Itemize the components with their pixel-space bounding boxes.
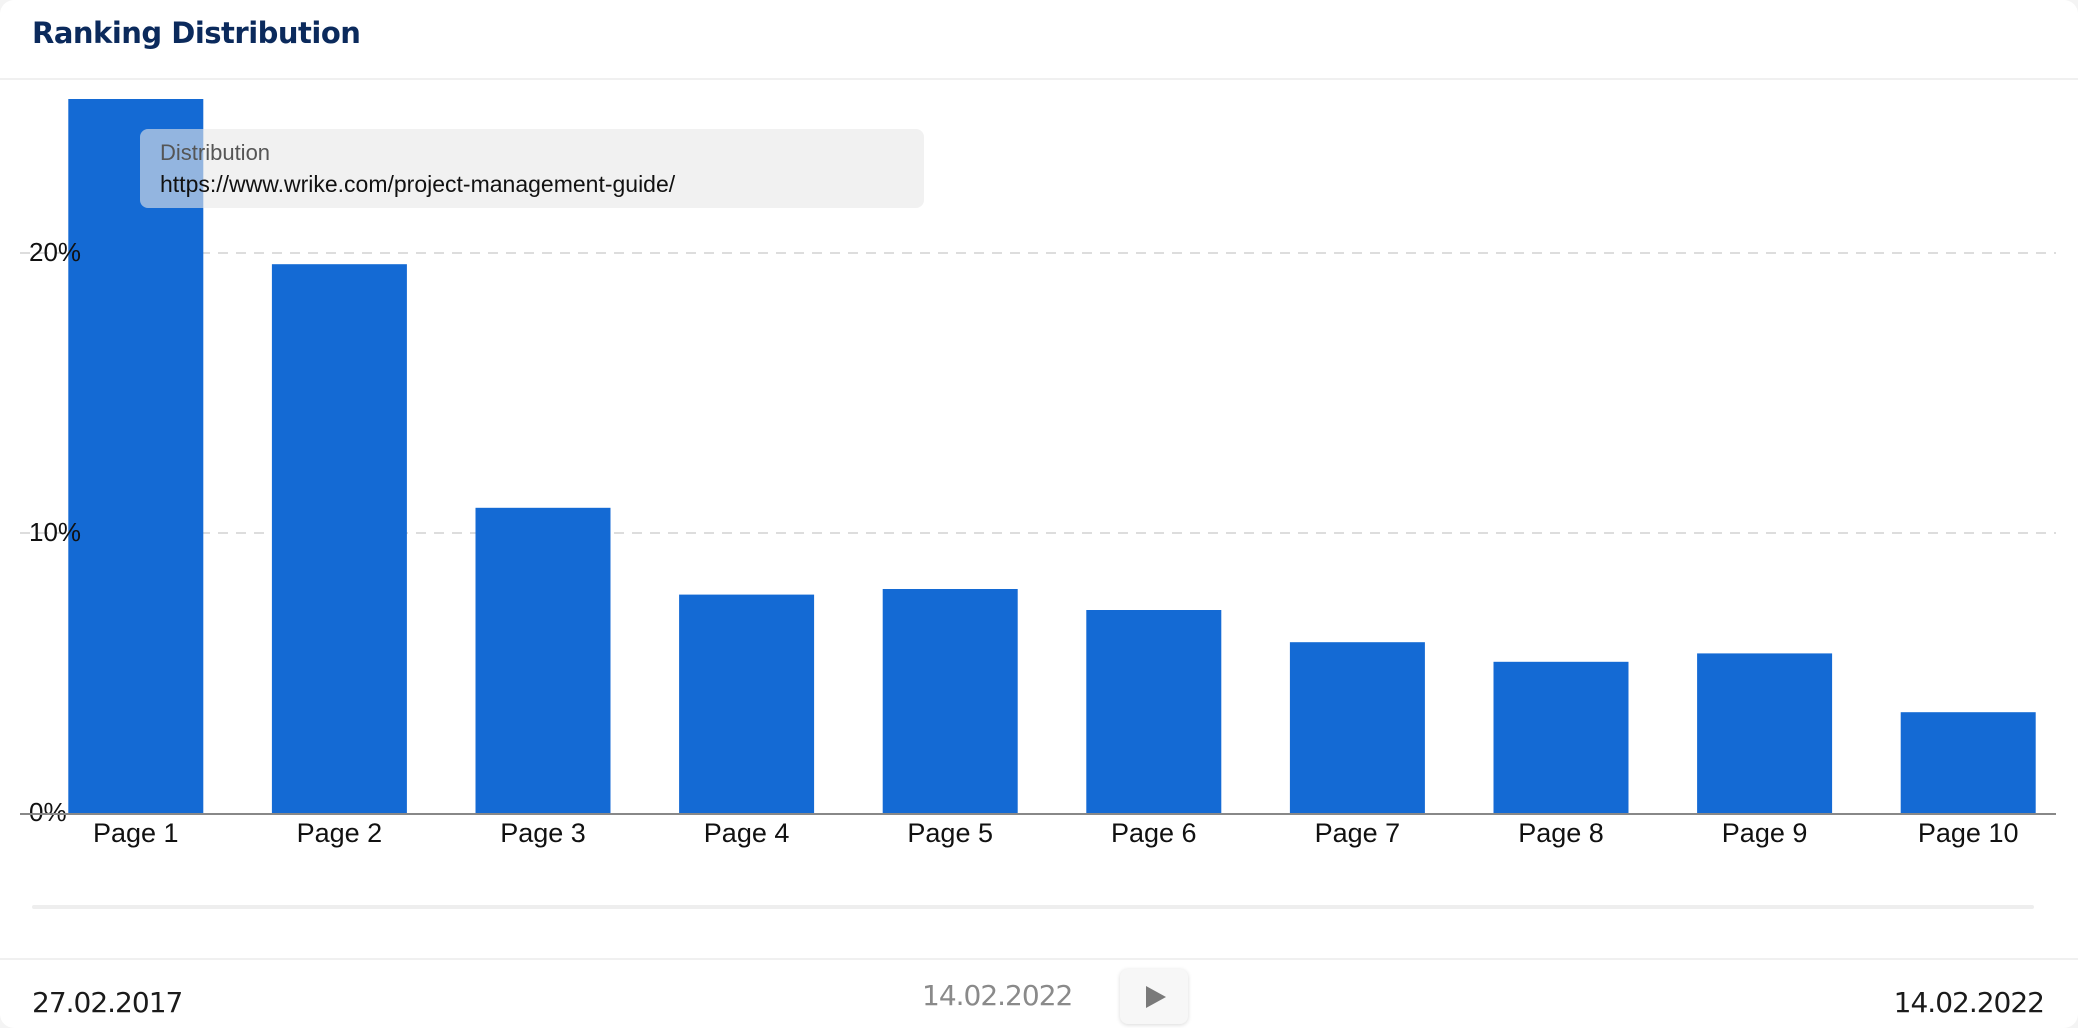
bar-page-5[interactable] [882,589,1018,813]
bar-page-3[interactable] [475,507,611,813]
chart-tooltip: Distribution https://www.wrike.com/proje… [140,129,924,208]
x-tick-label: Page 5 [907,818,993,848]
bar-page-7[interactable] [1289,642,1425,813]
bar-page-2[interactable] [271,264,407,813]
x-tick-label: Page 1 [93,818,179,848]
x-tick-label: Page 8 [1518,818,1604,848]
x-tick-label: Page 2 [297,818,383,848]
timeline-start-date: 27.02.2017 [32,986,183,1019]
x-tick-label: Page 7 [1315,818,1401,848]
tooltip-url: https://www.wrike.com/project-management… [160,171,676,197]
timeline-current-date: 14.02.2022 [922,979,1073,1012]
bar-page-10[interactable] [1900,712,2036,813]
play-icon [1146,986,1166,1008]
tooltip-label: Distribution [160,140,271,165]
x-tick-label: Page 6 [1111,818,1197,848]
play-button[interactable] [1120,969,1188,1024]
y-tick-label: 20% [29,237,81,267]
x-tick-label: Page 3 [500,818,586,848]
x-tick-label: Page 9 [1722,818,1808,848]
bar-page-9[interactable] [1697,653,1833,813]
card-title: Ranking Distribution [32,16,361,50]
timeline-end-date: 14.02.2022 [1893,986,2045,1019]
timeline-footer: 27.02.2017 14.02.2022 14.02.2022 [0,958,2078,1028]
timeline-slider-track[interactable] [32,905,2034,909]
bar-page-4[interactable] [679,594,815,813]
y-tick-label: 10% [29,517,81,547]
bar-page-6[interactable] [1086,610,1222,813]
bar-page-8[interactable] [1493,661,1629,813]
x-tick-label: Page 10 [1918,818,2019,848]
x-axis-labels: Page 1 Page 2 Page 3 Page 4 Page 5 Page 6 Page… [93,818,2018,848]
y-tick-label: 0% [29,797,67,827]
card-header: Ranking Distribution [0,0,2078,80]
x-tick-label: Page 4 [704,818,790,848]
ranking-distribution-card: Ranking Distribution 0% 10% 20% Page 1 Page… [0,0,2078,1028]
